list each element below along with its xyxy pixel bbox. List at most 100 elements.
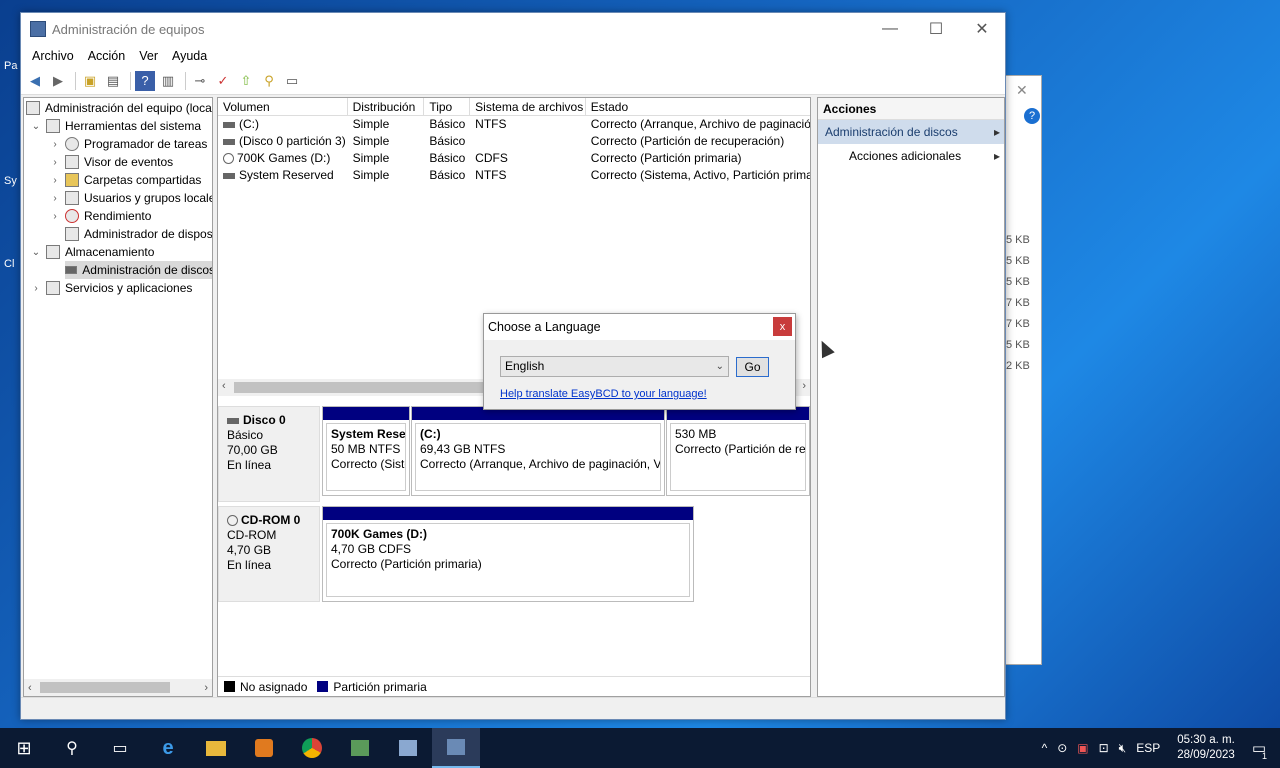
close-button[interactable]: ✕ xyxy=(959,13,1005,45)
tray-app-icon[interactable]: ⊙ xyxy=(1057,741,1067,755)
menu-archivo[interactable]: Archivo xyxy=(25,49,81,63)
partition-d[interactable]: 700K Games (D:) 4,70 GB CDFS Correcto (P… xyxy=(322,506,694,602)
dialog-title-bar[interactable]: Choose a Language x xyxy=(484,314,795,340)
menu-accion[interactable]: Acción xyxy=(81,49,133,63)
tree-label: Almacenamiento xyxy=(65,245,155,259)
tree-item-services[interactable]: › Servicios y aplicaciones xyxy=(30,279,192,297)
cd-drive-icon xyxy=(223,153,234,164)
task-view-icon[interactable]: ▭ xyxy=(96,728,144,768)
clock-time: 05:30 a. m. xyxy=(1177,734,1235,746)
search-folder-icon[interactable]: ⚲ xyxy=(259,71,279,91)
chevron-right-icon[interactable]: › xyxy=(49,211,61,222)
chevron-right-icon[interactable]: ▸ xyxy=(994,120,1000,144)
file-size-fragment: 5 KB xyxy=(1006,276,1030,288)
volume-row[interactable]: (C:) Simple Básico NTFS Correcto (Arranq… xyxy=(218,116,810,133)
clock[interactable]: 05:30 a. m. 28/09/2023 xyxy=(1177,733,1235,763)
scroll-thumb[interactable] xyxy=(234,382,484,393)
drive-icon xyxy=(227,417,239,424)
tree-item-shared-folders[interactable]: › Carpetas compartidas xyxy=(49,171,201,189)
menu-ver[interactable]: Ver xyxy=(132,49,165,63)
primary-partition-swatch xyxy=(317,681,329,692)
up-folder-icon[interactable]: ▣ xyxy=(80,71,100,91)
notification-count: 1 xyxy=(1261,751,1267,761)
title-bar[interactable]: Administración de equipos — ☐ ✕ xyxy=(21,13,1005,45)
minimize-button[interactable]: — xyxy=(867,13,913,45)
volume-row[interactable]: System Reserved Simple Básico NTFS Corre… xyxy=(218,167,810,184)
column-header-status[interactable]: Estado xyxy=(586,98,810,115)
go-button[interactable]: Go xyxy=(736,357,769,377)
chevron-right-icon[interactable]: › xyxy=(49,157,61,168)
volume-name: System Reserved xyxy=(239,168,334,182)
partition-c[interactable]: (C:) 69,43 GB NTFS Correcto (Arranque, A… xyxy=(411,406,665,496)
back-arrow-icon[interactable]: ◀ xyxy=(25,71,45,91)
checklist-icon[interactable]: ✓ xyxy=(213,71,233,91)
chevron-down-icon[interactable]: ⌄ xyxy=(716,357,724,376)
partition-system-reserved[interactable]: System Reser 50 MB NTFS Correcto (Siste xyxy=(322,406,410,496)
tree-item-root[interactable]: Administración del equipo (local) xyxy=(26,99,212,117)
volume-row[interactable]: (Disco 0 partición 3) Simple Básico Corr… xyxy=(218,133,810,150)
input-language[interactable]: ESP xyxy=(1136,741,1160,755)
start-windows-icon[interactable]: ⊞ xyxy=(0,728,48,768)
system-tray: ^ ⊙ ▣ ⊡ 🔇︎ ESP 05:30 a. m. 28/09/2023 ▭ 1 xyxy=(1037,728,1280,768)
partition-recovery[interactable]: 530 MB Correcto (Partición de re xyxy=(666,406,810,496)
internet-explorer-icon[interactable]: e xyxy=(144,728,192,768)
column-header-filesystem[interactable]: Sistema de archivos xyxy=(470,98,586,115)
action-more-actions[interactable]: Acciones adicionales ▸ xyxy=(818,144,1004,168)
chevron-right-icon[interactable]: › xyxy=(49,139,61,150)
properties-icon[interactable]: ▭ xyxy=(282,71,302,91)
chevron-right-icon[interactable]: › xyxy=(49,193,61,204)
action-disk-management[interactable]: Administración de discos ▸ xyxy=(818,120,1004,144)
chrome-icon[interactable] xyxy=(288,728,336,768)
tree-item-device-manager[interactable]: Administrador de dispositivos xyxy=(65,225,212,243)
column-header-layout[interactable]: Distribución xyxy=(348,98,425,115)
chevron-down-icon[interactable]: ⌄ xyxy=(30,247,42,258)
volume-muted-icon[interactable]: 🔇︎ xyxy=(1119,741,1127,756)
menu-ayuda[interactable]: Ayuda xyxy=(165,49,214,63)
chevron-down-icon[interactable]: ⌄ xyxy=(30,121,42,132)
disk-label[interactable]: Disco 0 Básico 70,00 GB En línea xyxy=(218,406,320,502)
help-icon[interactable]: ? xyxy=(135,70,155,91)
file-size-fragment: 5 KB xyxy=(1006,234,1030,246)
notification-center-icon[interactable]: ▭ 1 xyxy=(1252,739,1267,761)
volume-row[interactable]: 700K Games (D:) Simple Básico CDFS Corre… xyxy=(218,150,810,167)
tree-item-storage[interactable]: ⌄ Almacenamiento xyxy=(30,243,154,261)
chevron-right-icon[interactable]: › xyxy=(49,175,61,186)
tray-warning-icon[interactable]: ▣ xyxy=(1077,741,1088,755)
app-icon[interactable] xyxy=(336,728,384,768)
chevron-right-icon[interactable]: ▸ xyxy=(994,144,1000,168)
tree-item-disk-management[interactable]: Administración de discos xyxy=(65,261,212,279)
translate-link[interactable]: Help translate EasyBCD to your language! xyxy=(500,388,707,400)
tree-item-event-viewer[interactable]: › Visor de eventos xyxy=(49,153,173,171)
close-icon[interactable]: ✕ xyxy=(1016,82,1028,99)
folder-up-icon[interactable]: ⇧ xyxy=(236,71,256,91)
app-icon[interactable] xyxy=(384,728,432,768)
file-explorer-icon[interactable] xyxy=(192,728,240,768)
chevron-right-icon[interactable]: › xyxy=(30,283,42,294)
language-select[interactable]: English ⌄ xyxy=(500,356,729,377)
network-icon[interactable]: ⊡ xyxy=(1099,741,1109,755)
maximize-button[interactable]: ☐ xyxy=(913,13,959,45)
disk-label[interactable]: CD-ROM 0 CD-ROM 4,70 GB En línea xyxy=(218,506,320,602)
scroll-right-icon[interactable]: › xyxy=(204,682,208,694)
media-player-icon[interactable] xyxy=(240,728,288,768)
tree-horizontal-scrollbar[interactable]: ‹ › xyxy=(24,679,212,696)
computer-management-taskbar-icon[interactable] xyxy=(432,728,480,768)
scroll-left-icon[interactable]: ‹ xyxy=(28,682,32,694)
scroll-thumb[interactable] xyxy=(40,682,170,693)
show-hide-tree-icon[interactable]: ▤ xyxy=(103,71,123,91)
tree-item-local-users[interactable]: › Usuarios y grupos locales xyxy=(49,189,212,207)
chevron-up-icon[interactable]: ^ xyxy=(1042,741,1048,755)
help-icon[interactable]: ? xyxy=(1024,108,1040,124)
column-header-volume[interactable]: Volumen xyxy=(218,98,348,115)
show-hide-action-pane-icon[interactable]: ▥ xyxy=(158,71,178,91)
column-header-type[interactable]: Tipo xyxy=(424,98,471,115)
forward-arrow-icon[interactable]: ▶ xyxy=(48,71,68,91)
tree-item-performance[interactable]: › Rendimiento xyxy=(49,207,151,225)
search-icon[interactable]: ⚲ xyxy=(48,728,96,768)
connect-icon[interactable]: ⊸ xyxy=(190,71,210,91)
tree-item-task-scheduler[interactable]: › Programador de tareas xyxy=(49,135,207,153)
tree-item-system-tools[interactable]: ⌄ Herramientas del sistema xyxy=(30,117,201,135)
scroll-left-icon[interactable]: ‹ xyxy=(222,380,226,392)
scroll-right-icon[interactable]: › xyxy=(802,380,806,392)
dialog-close-button[interactable]: x xyxy=(773,317,792,336)
